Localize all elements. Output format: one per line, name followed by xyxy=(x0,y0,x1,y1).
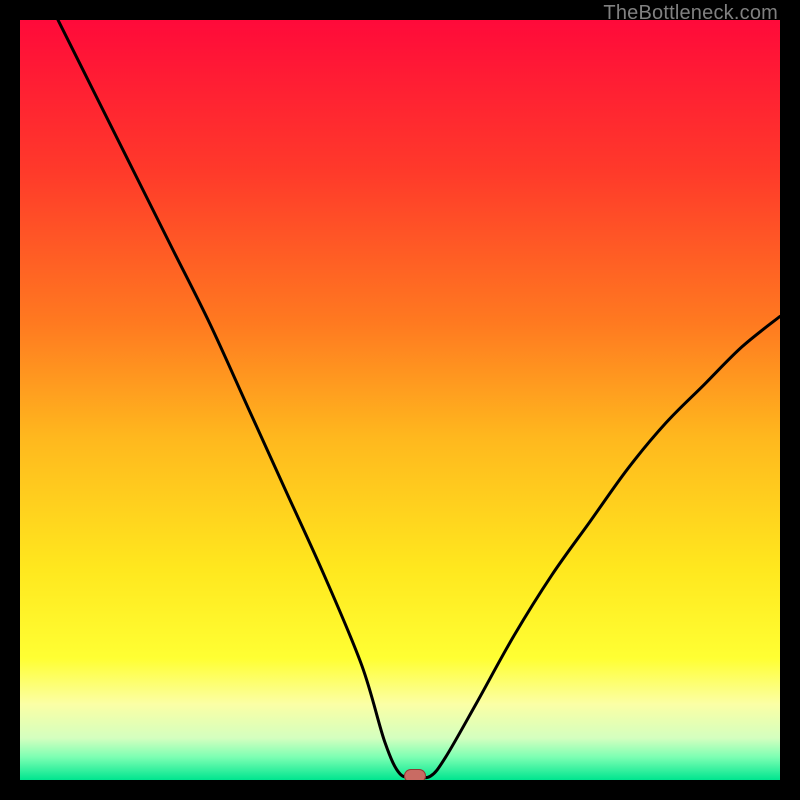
attribution-text: TheBottleneck.com xyxy=(603,2,778,25)
plot-area xyxy=(20,20,780,780)
optimal-point-marker xyxy=(404,769,426,780)
curve-layer xyxy=(20,20,780,780)
chart-frame: TheBottleneck.com xyxy=(0,0,800,800)
bottleneck-curve xyxy=(58,20,780,778)
